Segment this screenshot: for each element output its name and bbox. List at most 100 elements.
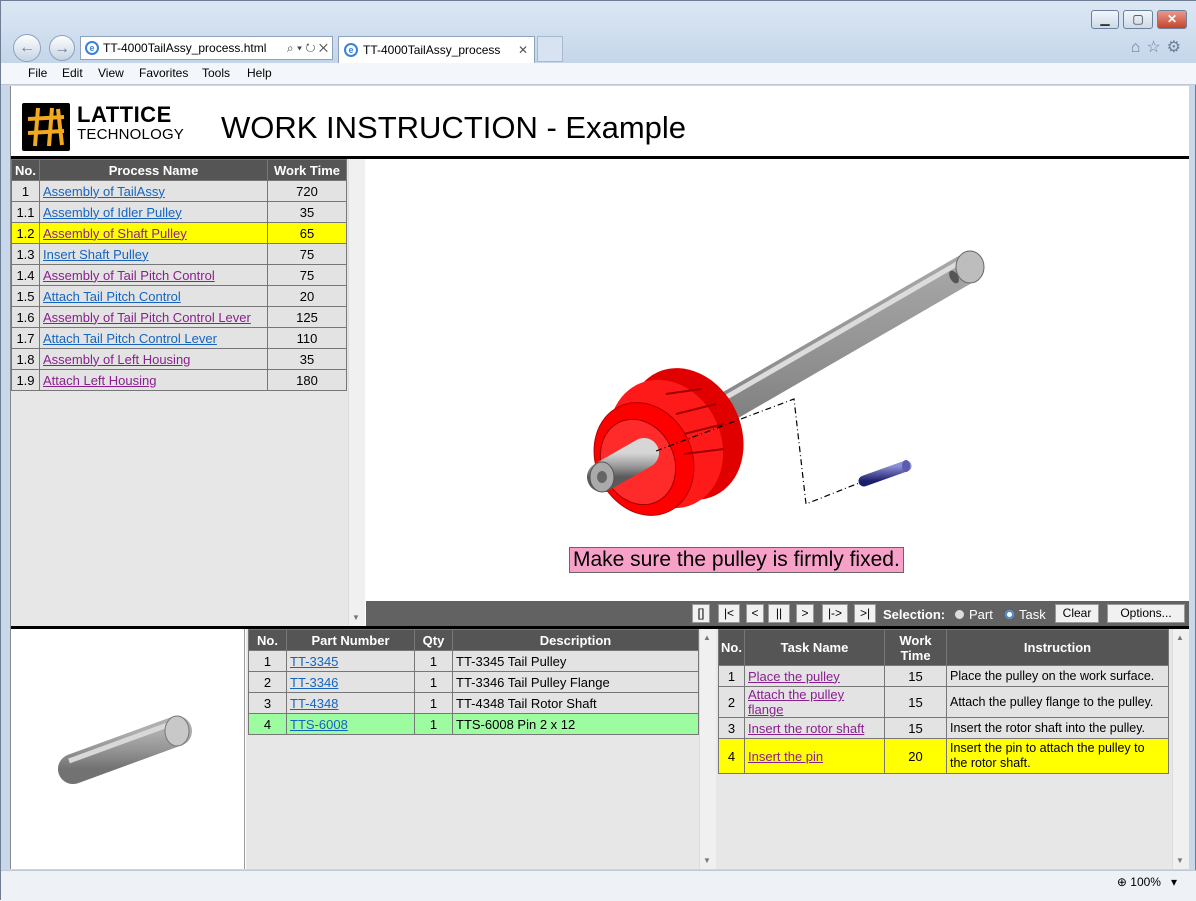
- page-content: LATTICE TECHNOLOGY WORK INSTRUCTION - Ex…: [10, 86, 1189, 869]
- process-row[interactable]: 1 Assembly of TailAssy 720: [11, 180, 347, 202]
- dropdown-icon[interactable]: ▾: [297, 41, 302, 55]
- parts-scrollbar[interactable]: ▲ ▼: [699, 629, 716, 869]
- process-link[interactable]: Assembly of Left Housing: [43, 352, 190, 367]
- tab-close-icon[interactable]: ✕: [518, 37, 528, 63]
- process-row[interactable]: 1.8 Assembly of Left Housing 35: [11, 348, 347, 370]
- process-link[interactable]: Attach Tail Pitch Control Lever: [43, 331, 217, 346]
- radio-task-dot[interactable]: [1004, 609, 1015, 620]
- browser-tab[interactable]: e TT-4000TailAssy_process ✕: [338, 36, 535, 63]
- stop-icon[interactable]: ✕: [319, 41, 328, 55]
- part-number-link[interactable]: TT-3346: [290, 675, 338, 690]
- part-number-cell: TT-4348: [286, 692, 415, 714]
- home-icon[interactable]: ⌂: [1131, 39, 1147, 56]
- process-link[interactable]: Assembly of TailAssy: [43, 184, 165, 199]
- process-panel: No. Process Name Work Time 1 Assembly of …: [11, 159, 365, 626]
- process-scrollbar[interactable]: ▼: [348, 159, 365, 626]
- task-link[interactable]: Place the pulley: [748, 669, 840, 684]
- part-row[interactable]: 1 TT-3345 1 TT-3345 Tail Pulley: [248, 650, 699, 672]
- 3d-viewer[interactable]: Make sure the pulley is firmly fixed.: [366, 159, 1189, 601]
- col-no: No.: [11, 159, 40, 181]
- process-link[interactable]: Assembly of Shaft Pulley: [43, 226, 187, 241]
- menu-help[interactable]: Help: [247, 66, 272, 80]
- task-link[interactable]: Insert the pin: [748, 749, 823, 764]
- col-no: No.: [718, 629, 745, 666]
- process-name-cell: Assembly of TailAssy: [39, 180, 268, 202]
- task-row[interactable]: 4 Insert the pin 20 Insert the pin to attac…: [718, 738, 1169, 774]
- menu-edit[interactable]: Edit: [62, 66, 83, 80]
- part-number-link[interactable]: TT-4348: [290, 696, 338, 711]
- process-row[interactable]: 1.5 Attach Tail Pitch Control 20: [11, 285, 347, 307]
- zoom-control[interactable]: ⊕ 100% ▾: [1117, 875, 1177, 889]
- menu-favorites[interactable]: Favorites: [139, 66, 188, 80]
- back-button[interactable]: ←: [13, 34, 41, 62]
- process-link[interactable]: Assembly of Tail Pitch Control Lever: [43, 310, 251, 325]
- process-time: 125: [267, 306, 347, 328]
- radio-part-label: Part: [969, 607, 993, 622]
- task-no: 2: [718, 686, 745, 718]
- process-link[interactable]: Assembly of Idler Pulley: [43, 205, 182, 220]
- process-link[interactable]: Insert Shaft Pulley: [43, 247, 149, 262]
- menu-file[interactable]: File: [28, 66, 47, 80]
- part-number-link[interactable]: TT-3345: [290, 654, 338, 669]
- browser-window: ▁ ▢ ✕ ← → e TT-4000TailAssy_process.html…: [0, 0, 1196, 901]
- prev-step-button[interactable]: <: [746, 604, 764, 623]
- task-row[interactable]: 2 Attach the pulley flange 15 Attach the pu…: [718, 686, 1169, 718]
- task-row[interactable]: 3 Insert the rotor shaft 15 Insert the roto…: [718, 717, 1169, 739]
- process-row[interactable]: 1.6 Assembly of Tail Pitch Control Lever 1…: [11, 306, 347, 328]
- 3d-model-view: [576, 250, 985, 532]
- tasks-scrollbar[interactable]: ▲ ▼: [1172, 629, 1189, 869]
- search-icon[interactable]: ⌕: [287, 41, 294, 55]
- process-link[interactable]: Attach Tail Pitch Control: [43, 289, 181, 304]
- favorites-star-icon[interactable]: ☆: [1146, 39, 1166, 56]
- address-bar[interactable]: e TT-4000TailAssy_process.html ⌕ ▾ ↻ ✕: [80, 36, 333, 60]
- process-row[interactable]: 1.9 Attach Left Housing 180: [11, 369, 347, 391]
- process-row[interactable]: 1.7 Attach Tail Pitch Control Lever 110: [11, 327, 347, 349]
- menu-tools[interactable]: Tools: [202, 66, 230, 80]
- task-link[interactable]: Insert the rotor shaft: [748, 721, 864, 736]
- menu-view[interactable]: View: [98, 66, 124, 80]
- part-row[interactable]: 2 TT-3346 1 TT-3346 Tail Pulley Flange: [248, 671, 699, 693]
- process-row[interactable]: 1.2 Assembly of Shaft Pulley 65: [11, 222, 347, 244]
- maximize-button[interactable]: ▢: [1123, 10, 1153, 29]
- radio-task[interactable]: Task: [1004, 607, 1046, 622]
- options-button[interactable]: Options...: [1107, 604, 1185, 623]
- logo-subtext: TECHNOLOGY: [77, 126, 185, 143]
- process-row[interactable]: 1.1 Assembly of Idler Pulley 35: [11, 201, 347, 223]
- part-qty: 1: [414, 713, 453, 735]
- refresh-icon[interactable]: ↻: [305, 41, 315, 55]
- radio-part-dot[interactable]: [954, 609, 965, 620]
- task-no: 4: [718, 738, 745, 774]
- pin-part[interactable]: [858, 460, 912, 487]
- task-link[interactable]: Attach the pulley flange: [748, 687, 844, 717]
- process-link[interactable]: Attach Left Housing: [43, 373, 156, 388]
- minimize-button[interactable]: ▁: [1091, 10, 1119, 29]
- new-tab-button[interactable]: [537, 36, 563, 62]
- close-window-button[interactable]: ✕: [1157, 10, 1187, 29]
- part-row[interactable]: 4 TTS-6008 1 TTS-6008 Pin 2 x 12: [248, 713, 699, 735]
- part-row[interactable]: 3 TT-4348 1 TT-4348 Tail Rotor Shaft: [248, 692, 699, 714]
- col-no: No.: [248, 629, 287, 651]
- process-row[interactable]: 1.3 Insert Shaft Pulley 75: [11, 243, 347, 265]
- forward-button[interactable]: →: [49, 35, 75, 61]
- process-link[interactable]: Assembly of Tail Pitch Control: [43, 268, 215, 283]
- task-row[interactable]: 1 Place the pulley 15 Place the pulley on t…: [718, 665, 1169, 687]
- play-to-button[interactable]: |->: [822, 604, 848, 623]
- viewer-control-bar: [] |< < || > |-> >| Selection: Part Task…: [366, 601, 1189, 626]
- col-part-number: Part Number: [286, 629, 415, 651]
- part-number-link[interactable]: TTS-6008: [290, 717, 348, 732]
- part-qty: 1: [414, 650, 453, 672]
- last-step-button[interactable]: >|: [854, 604, 876, 623]
- next-step-button[interactable]: >: [796, 604, 814, 623]
- settings-gear-icon[interactable]: ⚙: [1167, 39, 1187, 56]
- task-table: No. Task Name Work Time Instruction 1 Pla…: [718, 629, 1169, 774]
- first-step-button[interactable]: |<: [718, 604, 740, 623]
- pause-button[interactable]: ||: [768, 604, 790, 623]
- process-row[interactable]: 1.4 Assembly of Tail Pitch Control 75: [11, 264, 347, 286]
- part-no: 4: [248, 713, 287, 735]
- parts-table: No. Part Number Qty Description 1 TT-3345…: [248, 629, 699, 735]
- clear-button[interactable]: Clear: [1055, 604, 1099, 623]
- radio-part[interactable]: Part: [954, 607, 993, 622]
- tail-pulley[interactable]: [576, 349, 765, 532]
- parts-panel: No. Part Number Qty Description 1 TT-3345…: [246, 629, 716, 869]
- stop-button[interactable]: []: [692, 604, 710, 623]
